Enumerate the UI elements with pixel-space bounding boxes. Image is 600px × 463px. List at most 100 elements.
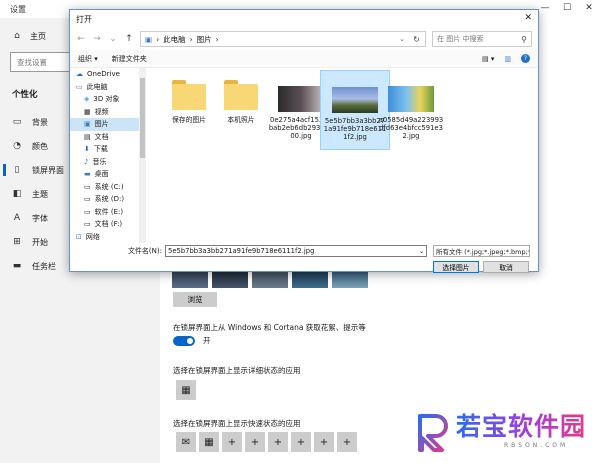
nav-item-drive-f[interactable]: ▭ 文档 (F:)	[70, 218, 145, 231]
home-icon: ⌂	[14, 31, 20, 41]
nav-item-label: 3D 对象	[93, 95, 120, 104]
toolbar-right: ▤ ▾ ▥ ?	[482, 54, 530, 63]
nav-item-network[interactable]: ⊡ 网络	[70, 231, 145, 244]
nav-item-desktop[interactable]: ▬ 桌面	[70, 168, 145, 181]
quick-status-add-button[interactable]: +	[337, 432, 357, 452]
navigation-list: ☁ OneDrive ▭ 此电脑 ◈ 3D 对象 ▦ 视频 ▣ 图片 ▤ 文档 ⬇ 下载 ♪ 音…	[70, 68, 145, 243]
drive-icon: ▭	[84, 182, 91, 191]
breadcrumb-pictures[interactable]: 图片	[197, 34, 212, 45]
maximize-icon[interactable]: ☐	[556, 0, 578, 16]
quick-status-add-button[interactable]: +	[268, 432, 288, 452]
download-icon: ⬇	[84, 145, 90, 154]
dialog-close-icon[interactable]: ✕	[524, 13, 532, 23]
nav-item-music[interactable]: ♪ 音乐	[70, 156, 145, 169]
nav-item-drive-e[interactable]: ▭ 软件 (E:)	[70, 206, 145, 219]
palette-icon: ◔	[13, 141, 21, 151]
filename-input[interactable]: 5e5b7bb3a3bb271a91fe9b718e6111f2.jpg ⌄	[165, 245, 427, 257]
detailed-status-app-button[interactable]: ▦	[176, 380, 196, 400]
new-folder-button[interactable]: 新建文件夹	[112, 54, 147, 64]
address-row: ← → ⌄ ↑ ▣ › 此电脑 › 图片 › ⌄ ↻ 在 图片 中搜索 ⚲	[70, 28, 538, 50]
recent-image-thumb[interactable]	[332, 270, 368, 288]
preview-pane-icon[interactable]: ▥	[504, 55, 511, 63]
nav-item-label: 此电脑	[86, 82, 108, 91]
quick-status-add-button[interactable]: +	[314, 432, 334, 452]
cortana-toggle[interactable]	[173, 335, 195, 346]
computer-icon: ▭	[76, 82, 83, 91]
lock-screen-icon: ▯	[14, 165, 20, 175]
cube-icon: ◈	[84, 95, 90, 104]
document-icon: ▤	[84, 132, 91, 141]
brand-watermark: 若宝软件园 RBSON.COM	[416, 412, 586, 452]
recent-image-thumb[interactable]	[212, 270, 248, 288]
recent-dropdown-icon[interactable]: ⌄	[108, 34, 118, 44]
dialog-title: 打开	[76, 14, 92, 24]
file-name: a0585d49a223993dfd63e4bfcc591e32.jpg	[378, 116, 444, 140]
organize-menu[interactable]: 组织 ▾	[78, 54, 98, 64]
nav-item-3d-objects[interactable]: ◈ 3D 对象	[70, 93, 145, 106]
recent-image-thumb[interactable]	[292, 270, 328, 288]
quick-status-apps: ✉ ▦ + + + + + +	[176, 432, 357, 452]
quick-status-add-button[interactable]: +	[245, 432, 265, 452]
quick-status-calendar-button[interactable]: ▦	[199, 432, 219, 452]
nav-item-pictures[interactable]: ▣ 图片	[70, 118, 145, 131]
dialog-buttons: 选择图片 取消	[433, 261, 529, 273]
nav-item-drive-d[interactable]: ▭ 系统 (D:)	[70, 193, 145, 206]
brand-name: 若宝软件园	[456, 412, 587, 441]
help-icon[interactable]: ?	[521, 54, 530, 63]
detailed-status-label: 选择在锁屏界面上显示详细状态的应用	[173, 366, 301, 375]
network-icon: ⊡	[76, 232, 82, 241]
filename-row: 文件名(N): 5e5b7bb3a3bb271a91fe9b718e6111f2…	[70, 244, 540, 258]
sidebar-item-label: 颜色	[32, 141, 48, 151]
filename-label: 文件名(N):	[127, 247, 162, 255]
back-arrow-icon[interactable]: ←	[76, 34, 86, 44]
folder-icon	[224, 80, 258, 110]
recent-image-thumb[interactable]	[252, 270, 288, 288]
cortana-option-label: 在锁屏界面上从 Windows 和 Cortana 获取花絮、提示等	[173, 323, 366, 332]
nav-item-label: 网络	[85, 232, 100, 241]
quick-status-add-button[interactable]: +	[291, 432, 311, 452]
address-bar[interactable]: ▣ › 此电脑 › 图片 › ⌄ ↻	[140, 31, 426, 47]
sidebar-home-label: 主页	[30, 31, 46, 41]
nav-item-videos[interactable]: ▦ 视频	[70, 106, 145, 119]
recent-image-thumb[interactable]	[172, 270, 208, 288]
toggle-state-label: 开	[203, 336, 211, 345]
nav-item-drive-c[interactable]: ▭ 系统 (C:)	[70, 181, 145, 194]
cancel-button[interactable]: 取消	[483, 261, 529, 273]
dialog-titlebar: 打开 ✕	[70, 10, 538, 28]
nav-item-this-pc[interactable]: ▭ 此电脑	[70, 81, 145, 94]
navigation-pane: ☁ OneDrive ▭ 此电脑 ◈ 3D 对象 ▦ 视频 ▣ 图片 ▤ 文档 ⬇ 下载 ♪ 音…	[70, 68, 146, 243]
sidebar-item-label: 背景	[32, 117, 48, 127]
browse-button[interactable]: 浏览	[173, 292, 217, 307]
close-icon[interactable]: ✕	[578, 0, 600, 16]
address-dropdown-icon[interactable]: ⌄	[399, 35, 405, 43]
forward-arrow-icon[interactable]: →	[92, 34, 102, 44]
navigation-scrollbar[interactable]	[139, 68, 145, 243]
sidebar-item-label: 任务栏	[32, 261, 56, 271]
quick-status-add-button[interactable]: +	[222, 432, 242, 452]
filetype-select[interactable]: 所有文件 (*.jpg;*.jpeg;*.bmp;*.	[433, 245, 530, 257]
sidebar-item-label: 开始	[32, 237, 48, 247]
brand-url: RBSON.COM	[504, 442, 569, 449]
recent-images	[172, 270, 368, 288]
dialog-search-input[interactable]: 在 图片 中搜索 ⚲	[432, 31, 532, 47]
up-arrow-icon[interactable]: ↑	[124, 34, 134, 44]
nav-item-label: 软件 (E:)	[94, 207, 124, 216]
file-name: 保存的图片	[172, 116, 206, 124]
nav-item-downloads[interactable]: ⬇ 下载	[70, 143, 145, 156]
mail-icon: ✉	[181, 436, 191, 448]
refresh-icon[interactable]: ↻	[413, 35, 420, 44]
select-picture-button[interactable]: 选择图片	[433, 261, 479, 273]
view-options-icon[interactable]: ▤ ▾	[482, 55, 494, 63]
pictures-icon: ▣	[84, 120, 91, 129]
quick-status-mail-button[interactable]: ✉	[176, 432, 196, 452]
window-controls: — ☐ ✕	[534, 0, 600, 16]
photo-thumbnail	[278, 86, 324, 112]
desktop-icon: ▬	[84, 170, 91, 179]
breadcrumb-this-pc[interactable]: 此电脑	[163, 34, 186, 45]
search-icon: ⚲	[521, 34, 527, 44]
nav-item-onedrive[interactable]: ☁ OneDrive	[70, 68, 145, 81]
drive-icon: ▭	[84, 195, 91, 204]
nav-item-documents[interactable]: ▤ 文档	[70, 131, 145, 144]
chevron-down-icon[interactable]: ⌄	[419, 248, 424, 255]
file-item-photo-3[interactable]: a0585d49a223993dfd63e4bfcc591e32.jpg	[376, 70, 446, 140]
